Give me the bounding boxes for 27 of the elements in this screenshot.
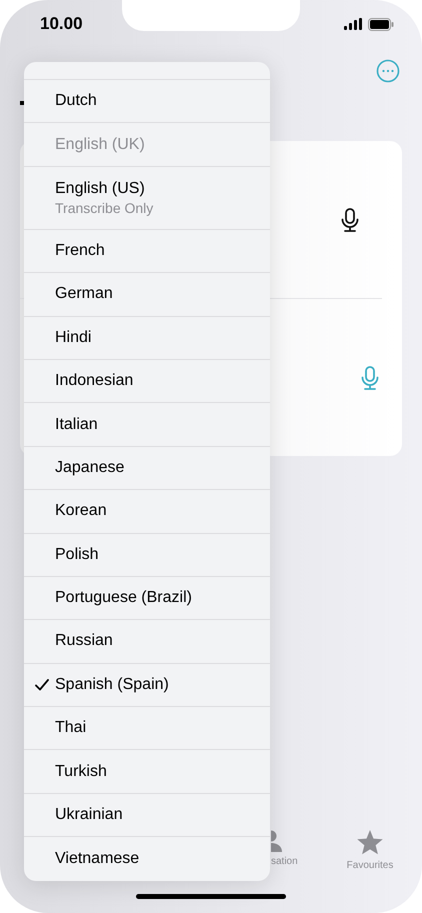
option-subtitle: Transcribe Only	[55, 198, 154, 217]
language-option[interactable]: Polish	[24, 534, 270, 577]
status-time: 10.00	[40, 13, 83, 36]
language-option[interactable]: French	[24, 230, 270, 274]
microphone-icon[interactable]	[341, 208, 359, 232]
language-option[interactable]: English (US) Transcribe Only	[24, 166, 270, 230]
language-option[interactable]: Russian	[24, 620, 270, 664]
language-option[interactable]: Vietnamese	[24, 837, 270, 881]
more-options-icon[interactable]	[376, 58, 400, 82]
language-option[interactable]: Turkish	[24, 750, 270, 794]
language-option[interactable]: Spanish (Spain)	[24, 664, 270, 708]
language-option[interactable]: Italian	[24, 403, 270, 447]
checkmark-icon	[35, 678, 49, 691]
star-icon	[356, 830, 384, 856]
language-option[interactable]: Ukrainian	[24, 794, 270, 838]
dot-mark	[20, 101, 24, 105]
language-option[interactable]: Korean	[24, 490, 270, 534]
language-option[interactable]: Portuguese (Brazil)	[24, 576, 270, 620]
signal-icon	[344, 18, 362, 30]
language-option[interactable]: Indonesian	[24, 360, 270, 404]
language-option[interactable]: Japanese	[24, 446, 270, 490]
language-option[interactable]: Thai	[24, 707, 270, 750]
person-icon	[271, 830, 284, 852]
language-option[interactable]: Dutch	[24, 80, 270, 124]
language-option[interactable]: German	[24, 273, 270, 317]
language-option[interactable]: Hindi	[24, 316, 270, 360]
battery-icon	[368, 18, 394, 30]
